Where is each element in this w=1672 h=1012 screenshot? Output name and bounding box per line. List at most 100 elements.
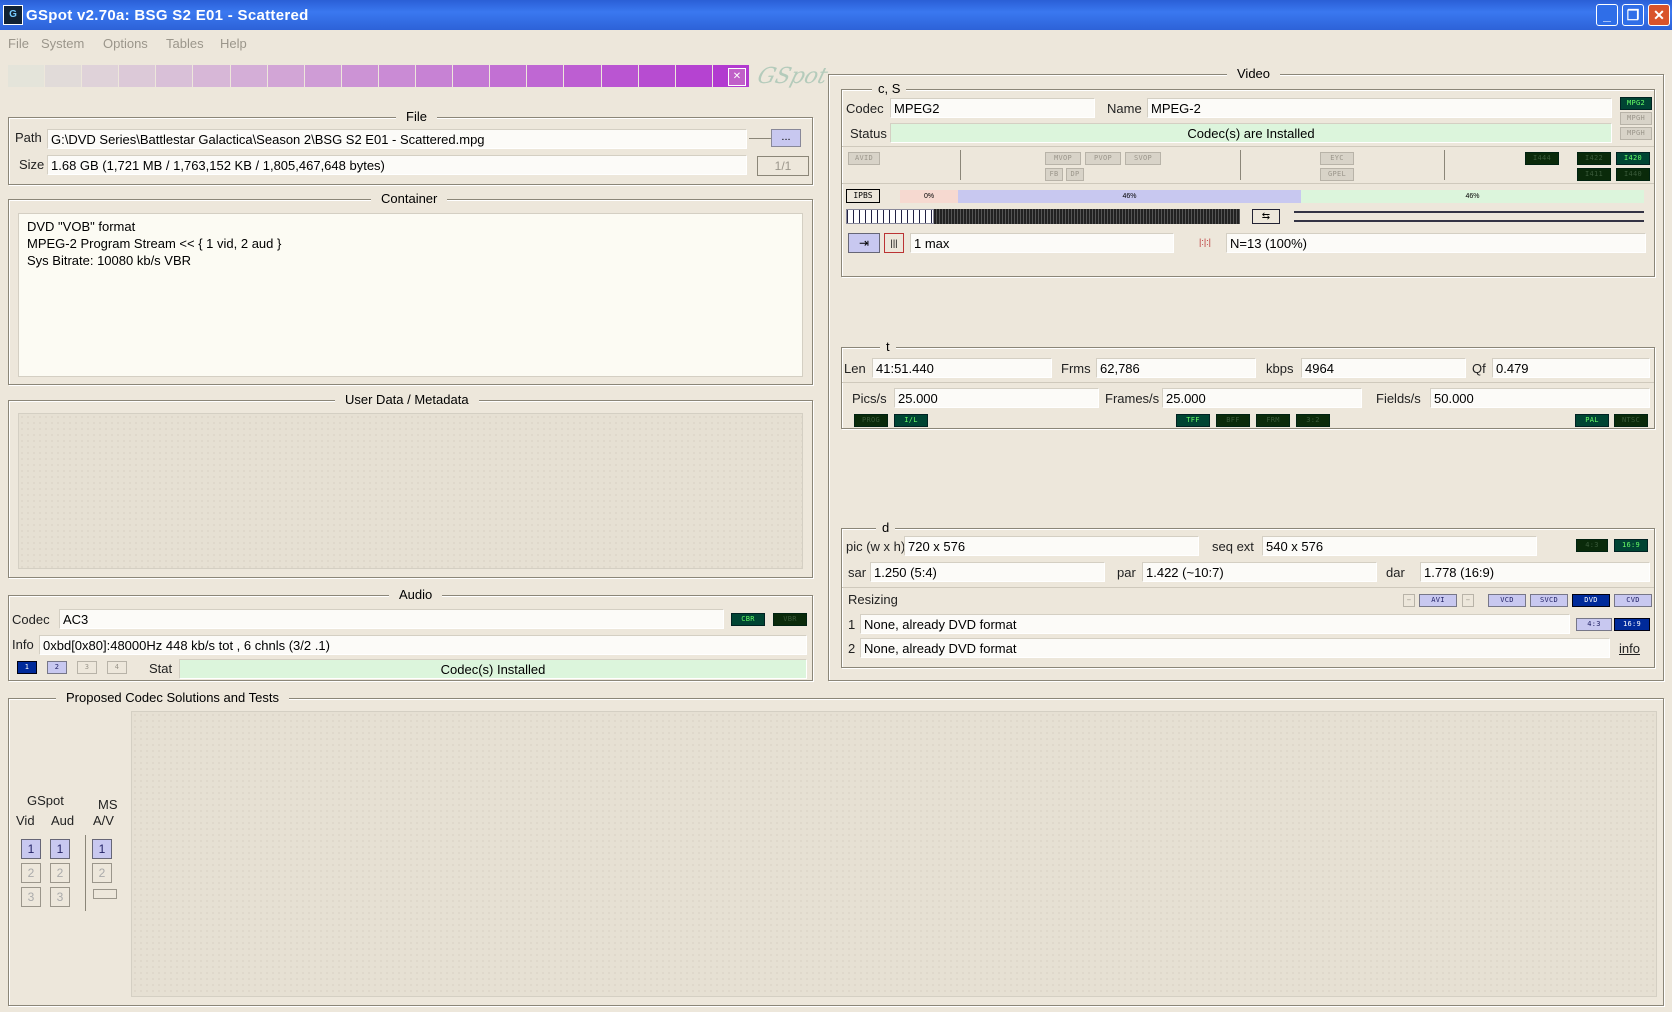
seq-field: 540 x 576 [1262,536,1537,556]
close-button[interactable]: ✕ [1648,4,1670,26]
progress-segment [638,65,676,87]
menu-system[interactable]: System [41,36,84,51]
divider [842,183,1654,184]
userdata-group-title: User Data / Metadata [335,392,479,407]
ms-test-2-button[interactable]: 2 [92,863,112,883]
pics-field: 25.000 [894,388,1099,408]
aud-test-2-button[interactable]: 2 [50,863,70,883]
audio-codec-field: AC3 [59,609,724,629]
dar-field: 1.778 (16:9) [1420,562,1650,582]
svop-tag: SVOP [1125,152,1161,165]
i420-tag: I420 [1616,152,1650,165]
par-field: 1.422 (~10:7) [1142,562,1377,582]
video-status-label: Status [850,126,887,141]
pic-label: pic (w x h) [846,539,906,554]
progress-segment [267,65,305,87]
prog-tag: PROG [854,414,888,427]
aud-test-1-button[interactable]: 1 [50,839,70,859]
resize-row2-field: None, already DVD format [860,638,1610,658]
resize-avi-tag[interactable]: AVI [1419,594,1457,607]
resize-row1-num: 1 [848,617,856,632]
mpg2-tag: MPG2 [1620,97,1652,110]
size-label: Size [19,157,45,172]
resize-svcd-tag[interactable]: SVCD [1530,594,1568,607]
progress-segment [8,65,46,87]
vid-test-2-button[interactable]: 2 [21,863,41,883]
minimize-button[interactable]: _ [1596,4,1618,26]
b-frame-pct: 46% [1301,190,1644,203]
audio-stream-3[interactable]: 3 [77,661,97,674]
progress-segment [156,65,194,87]
cs-title: c, S [872,81,907,96]
file-group: File Path G:\DVD Series\Battlestar Galac… [8,109,813,185]
audio-group: Audio Codec AC3 CBR VBR Info 0xbd[0x80]:… [8,587,813,681]
menu-file[interactable]: File [8,36,29,51]
menu-options[interactable]: Options [103,36,148,51]
gop-max-icon: ||| [884,233,904,253]
seq-169-tag: 16:9 [1614,539,1648,552]
strip-close-icon[interactable]: ✕ [728,68,746,86]
divider [1240,150,1241,180]
resize-vcd-tag[interactable]: VCD [1488,594,1526,607]
menu-tables[interactable]: Tables [166,36,204,51]
resizing-label: Resizing [848,592,898,607]
mvop-tag: MVOP [1045,152,1081,165]
gop-ticks [846,209,934,224]
resize-cvd-tag[interactable]: CVD [1614,594,1652,607]
page-indicator[interactable]: 1/1 [757,156,809,176]
progress-segment [193,65,231,87]
audio-cbr-tag: CBR [731,613,765,626]
gop-n-icon: |:|:| [1198,237,1211,247]
browse-button[interactable]: ... [771,129,801,147]
audio-stream-2[interactable]: 2 [47,661,67,674]
codec-solutions-area [131,711,1657,997]
d-title: d [876,520,896,535]
gop-n-field: N=13 (100%) [1226,233,1646,253]
pic-field: 720 x 576 [904,536,1199,556]
audio-info-label: Info [12,637,34,652]
t-title: t [880,339,896,354]
avid-tag: AVID [848,152,880,165]
path-field[interactable]: G:\DVD Series\Battlestar Galactica\Seaso… [47,129,747,149]
gop-max-field: 1 max [910,233,1174,253]
aspect-169-tag[interactable]: 16:9 [1614,618,1650,631]
progress-segment [490,65,528,87]
frm-tag: FRM [1256,414,1290,427]
restore-button[interactable]: ❐ [1622,4,1644,26]
resize-dvd-tag[interactable]: DVD [1572,594,1610,607]
aud-test-3-button[interactable]: 3 [50,887,70,907]
ms-test-slot[interactable] [93,889,117,899]
resize-minus2-icon[interactable]: − [1462,594,1474,607]
resize-row2-num: 2 [848,641,856,656]
container-line: Sys Bitrate: 10080 kb/s VBR [27,253,192,268]
progress-segment [304,65,342,87]
gop-view-icon[interactable]: ⇥ [848,233,880,253]
vid-test-1-button[interactable]: 1 [21,839,41,859]
file-group-title: File [396,109,437,124]
window-title: GSpot v2.70a: BSG S2 E01 - Scattered [26,7,309,24]
app-icon[interactable]: G [3,5,23,25]
container-group-title: Container [371,191,448,206]
pulldown-tag: 3:2 [1296,414,1330,427]
eyc-tag: EYC [1320,152,1354,165]
fields-label: Fields/s [1376,391,1421,406]
resize-minus-icon[interactable]: − [1403,594,1415,607]
i411-tag: I411 [1577,168,1611,181]
aspect-43-tag[interactable]: 4:3 [1576,618,1612,631]
info-link[interactable]: info [1619,641,1640,656]
video-d-group: d pic (w x h) 720 x 576 seq ext 540 x 57… [841,520,1655,668]
path-label: Path [15,130,42,145]
menu-bar: File System Options Tables Help [0,31,1672,55]
ms-test-1-button[interactable]: 1 [92,839,112,859]
vid-test-3-button[interactable]: 3 [21,887,41,907]
bff-tag: BFF [1216,414,1250,427]
gop-compare-icon[interactable]: ⇆ [1252,209,1280,224]
av-label: A/V [93,813,114,828]
video-codec-field: MPEG2 [890,98,1095,118]
divider [1444,150,1445,180]
menu-help[interactable]: Help [220,36,247,51]
audio-stream-4[interactable]: 4 [107,661,127,674]
len-label: Len [844,361,866,376]
video-cs-group: c, S Codec MPEG2 Name MPEG-2 MPG2 MPGH M… [841,81,1655,277]
audio-stream-1[interactable]: 1 [17,661,37,674]
